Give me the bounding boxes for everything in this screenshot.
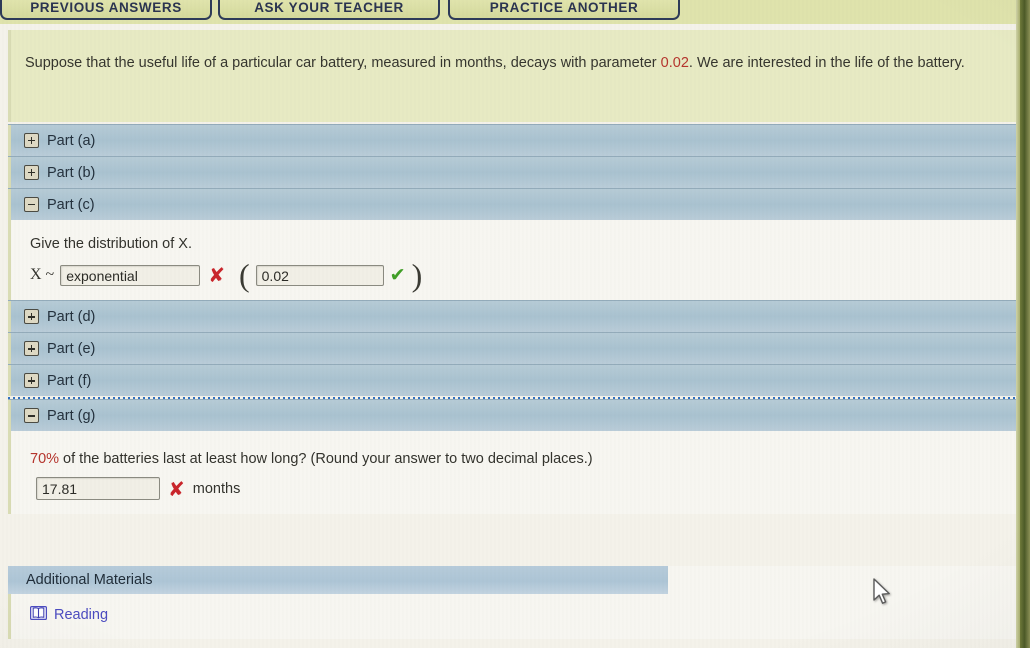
part-label-a: Part (a) <box>47 132 96 149</box>
book-icon <box>30 606 48 624</box>
collapse-minus-icon[interactable] <box>24 197 39 212</box>
parameter-input[interactable]: 0.02 <box>255 264 384 286</box>
correct-mark-icon: ✔ <box>389 263 406 286</box>
ask-your-teacher-button[interactable]: ASK YOUR TEACHER <box>218 0 440 20</box>
question-text-before: Suppose that the useful life of a partic… <box>25 55 661 71</box>
application-screen: PREVIOUS ANSWERS ASK YOUR TEACHER PRACTI… <box>0 0 1030 648</box>
question-stem: Suppose that the useful life of a partic… <box>8 30 1020 122</box>
part-label-g: Part (g) <box>47 407 96 424</box>
distribution-prefix: X ~ <box>30 266 55 284</box>
expand-plus-icon[interactable] <box>24 133 39 148</box>
question-text-after: . We are interested in the life of the b… <box>688 55 965 71</box>
part-label-e: Part (e) <box>47 340 96 357</box>
incorrect-mark-icon: ✘ <box>168 476 185 501</box>
part-label-d: Part (d) <box>47 308 96 325</box>
part-c-prompt-text: Give the distribution of X. <box>30 236 192 252</box>
reading-link-label: Reading <box>54 606 109 623</box>
open-paren: ( <box>238 257 250 293</box>
part-g-prompt-text: of the batteries last at least how long?… <box>59 451 593 468</box>
practice-another-button[interactable]: PRACTICE ANOTHER <box>448 0 680 20</box>
part-row-d[interactable]: Part (d) <box>8 300 1018 333</box>
part-label-f: Part (f) <box>47 372 92 389</box>
previous-answers-button[interactable]: PREVIOUS ANSWERS <box>0 0 212 20</box>
mouse-cursor <box>872 578 894 613</box>
part-g-percent: 70% <box>30 451 60 468</box>
part-c-answer-row: X ~ exponential ✘ ( 0.02 ✔ ) <box>30 257 1018 293</box>
part-row-b[interactable]: Part (b) <box>8 156 1018 188</box>
question-action-toolbar: PREVIOUS ANSWERS ASK YOUR TEACHER PRACTI… <box>0 0 1020 24</box>
part-label-c: Part (c) <box>47 196 95 213</box>
answer-input[interactable]: 17.81 <box>36 477 160 501</box>
additional-materials-section: Additional Materials Reading <box>8 566 1018 639</box>
expand-plus-icon[interactable] <box>24 373 39 389</box>
close-paren: ) <box>411 257 423 293</box>
part-row-f[interactable]: Part (f) <box>8 364 1018 397</box>
part-g-answer-row: 17.81 ✘ months <box>30 476 1018 501</box>
monitor-bezel-edge <box>1020 0 1030 648</box>
distribution-input[interactable]: exponential <box>60 264 201 286</box>
part-g-prompt: 70% of the batteries last at least how l… <box>30 451 1018 467</box>
reading-link[interactable]: Reading <box>30 606 108 624</box>
parts-list: Part (a) Part (b) Part (c) Give the dist… <box>8 124 1018 515</box>
part-body-c: Give the distribution of X. X ~ exponent… <box>8 220 1018 301</box>
expand-plus-icon[interactable] <box>24 341 39 357</box>
part-body-g: 70% of the batteries last at least how l… <box>8 431 1018 515</box>
part-label-b: Part (b) <box>47 164 96 181</box>
expand-plus-icon[interactable] <box>24 165 39 180</box>
part-row-e[interactable]: Part (e) <box>8 332 1018 365</box>
part-row-c[interactable]: Part (c) <box>8 188 1018 220</box>
additional-materials-heading: Additional Materials <box>8 566 668 594</box>
part-row-a[interactable]: Part (a) <box>8 124 1018 156</box>
additional-materials-body: Reading <box>8 594 1018 633</box>
incorrect-mark-icon: ✘ <box>208 263 225 288</box>
expand-plus-icon[interactable] <box>24 309 39 325</box>
additional-materials-title: Additional Materials <box>26 572 153 588</box>
part-row-g[interactable]: Part (g) <box>8 399 1018 432</box>
part-c-prompt: Give the distribution of X. <box>30 236 1018 252</box>
question-parameter-value: 0.02 <box>660 55 689 71</box>
collapse-minus-icon[interactable] <box>24 408 39 424</box>
answer-units-label: months <box>192 480 241 497</box>
